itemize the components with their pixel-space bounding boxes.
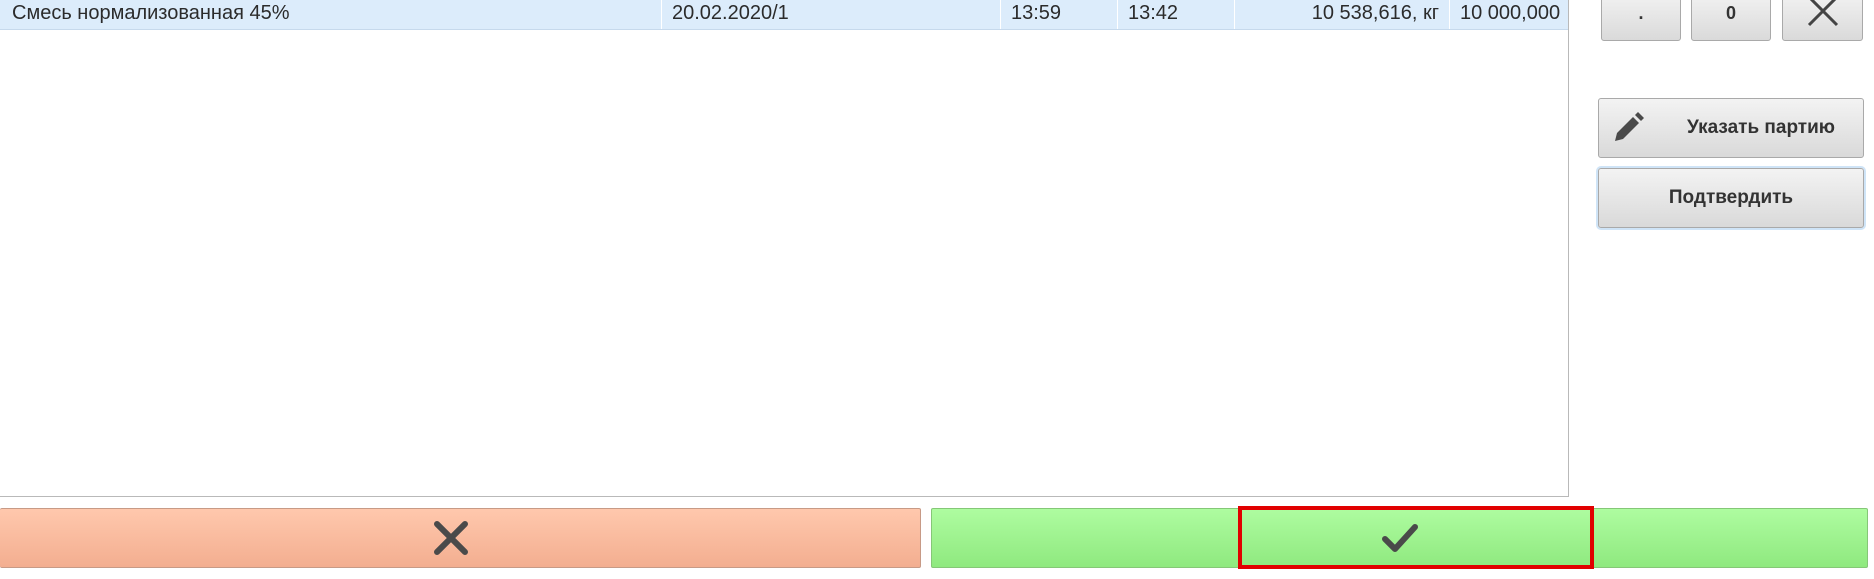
close-icon xyxy=(1807,0,1839,27)
keypad-dot-button[interactable]: . xyxy=(1601,0,1681,41)
cell-time-start: 13:59 xyxy=(1001,0,1118,29)
cell-name: Смесь нормализованная 45% xyxy=(0,0,662,29)
ok-button[interactable] xyxy=(931,508,1868,568)
data-grid: Смесь нормализованная 45% 20.02.2020/1 1… xyxy=(0,0,1569,497)
cancel-button[interactable] xyxy=(0,508,921,568)
cell-weight: 10 538,616, кг xyxy=(1235,0,1450,29)
keypad-delete-button[interactable] xyxy=(1782,0,1863,41)
confirm-button[interactable]: Подтвердить xyxy=(1598,168,1864,228)
set-batch-label: Указать партию xyxy=(1686,117,1836,138)
pencil-icon xyxy=(1615,112,1644,141)
keypad-zero-button[interactable]: 0 xyxy=(1691,0,1771,41)
confirm-label: Подтвердить xyxy=(1668,187,1794,208)
set-batch-button[interactable]: Указать партию xyxy=(1598,98,1864,158)
close-icon xyxy=(434,521,468,555)
checkmark-icon xyxy=(1382,524,1418,552)
cell-time-end: 13:42 xyxy=(1118,0,1235,29)
table-row[interactable]: Смесь нормализованная 45% 20.02.2020/1 1… xyxy=(0,0,1568,30)
cell-batch: 20.02.2020/1 xyxy=(662,0,1001,29)
cell-amount: 10 000,000 xyxy=(1460,2,1561,24)
